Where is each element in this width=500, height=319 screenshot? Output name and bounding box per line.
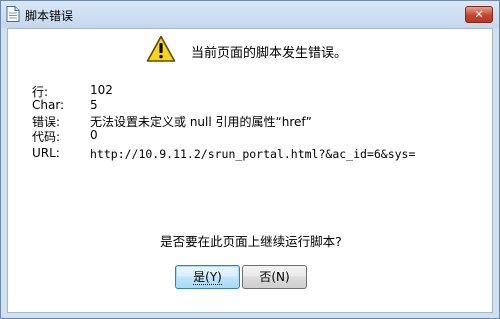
no-button[interactable]: 否(N)	[242, 265, 307, 289]
url-value: http://10.9.11.2/srun_portal.html?&ac_id…	[90, 147, 416, 161]
error-headline: 当前页面的脚本发生错误。	[191, 46, 348, 61]
close-icon: ✕	[474, 8, 484, 21]
code-value: 0	[90, 128, 98, 142]
char-value: 5	[90, 98, 98, 112]
document-icon	[6, 6, 20, 22]
yes-button-label: 是(Y)	[193, 270, 222, 285]
code-label: 代码:	[32, 130, 61, 144]
char-label: Char:	[32, 98, 65, 112]
line-value: 102	[90, 83, 113, 97]
yes-button[interactable]: 是(Y)	[175, 265, 240, 289]
close-button[interactable]: ✕	[465, 6, 493, 23]
title-bar[interactable]: 脚本错误 ✕	[1, 1, 499, 28]
dialog-content: 当前页面的脚本发生错误。 行: 102 Char: 5 错误: 无法设置未定义或…	[7, 28, 493, 313]
window-title: 脚本错误	[25, 9, 74, 23]
script-error-dialog: 脚本错误 ✕ 当前页面的脚本发生错误。 行: 102 Char: 5 错误: 无…	[0, 0, 500, 319]
continue-question: 是否要在此页面上继续运行脚本?	[160, 234, 342, 249]
error-value: 无法设置未定义或 null 引用的属性“href”	[90, 115, 312, 129]
no-button-label: 否(N)	[259, 270, 290, 284]
warning-icon	[146, 35, 176, 63]
url-label: URL:	[32, 146, 60, 160]
